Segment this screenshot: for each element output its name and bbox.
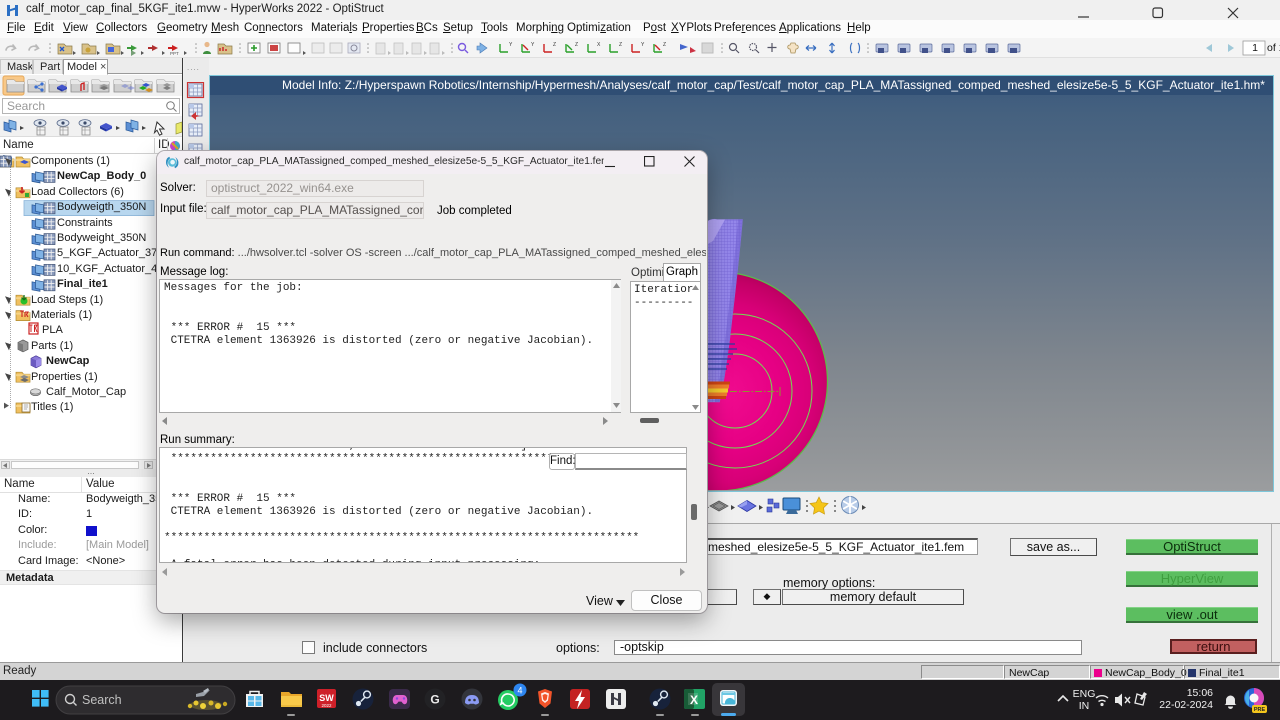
svg-text:Y: Y [509,42,513,48]
svg-text:G: G [430,693,439,707]
svg-text:Z: Z [619,42,622,48]
svg-text:IN: IN [1079,700,1090,712]
svg-text:X: X [690,693,698,707]
svg-text:SW: SW [319,693,334,703]
svg-text:Z: Z [575,42,578,48]
svg-text:Search: Search [82,693,122,707]
svg-text:2022: 2022 [321,703,332,708]
svg-text:ENG: ENG [1073,688,1096,700]
svg-text:Y: Y [641,42,645,48]
svg-text:Z: Z [663,42,666,48]
svg-text:PRE: PRE [1254,707,1266,713]
svg-text:X: X [597,42,601,48]
svg-text:PPT: PPT [170,51,179,56]
svg-text:4: 4 [517,686,522,696]
svg-text:1: 1 [1252,42,1258,54]
svg-text:22-02-2024: 22-02-2024 [1159,699,1213,711]
svg-text:Y: Y [531,42,535,48]
svg-text:of 1: of 1 [1267,42,1280,54]
svg-text:Z: Z [553,42,556,48]
svg-text:15:06: 15:06 [1187,687,1213,699]
